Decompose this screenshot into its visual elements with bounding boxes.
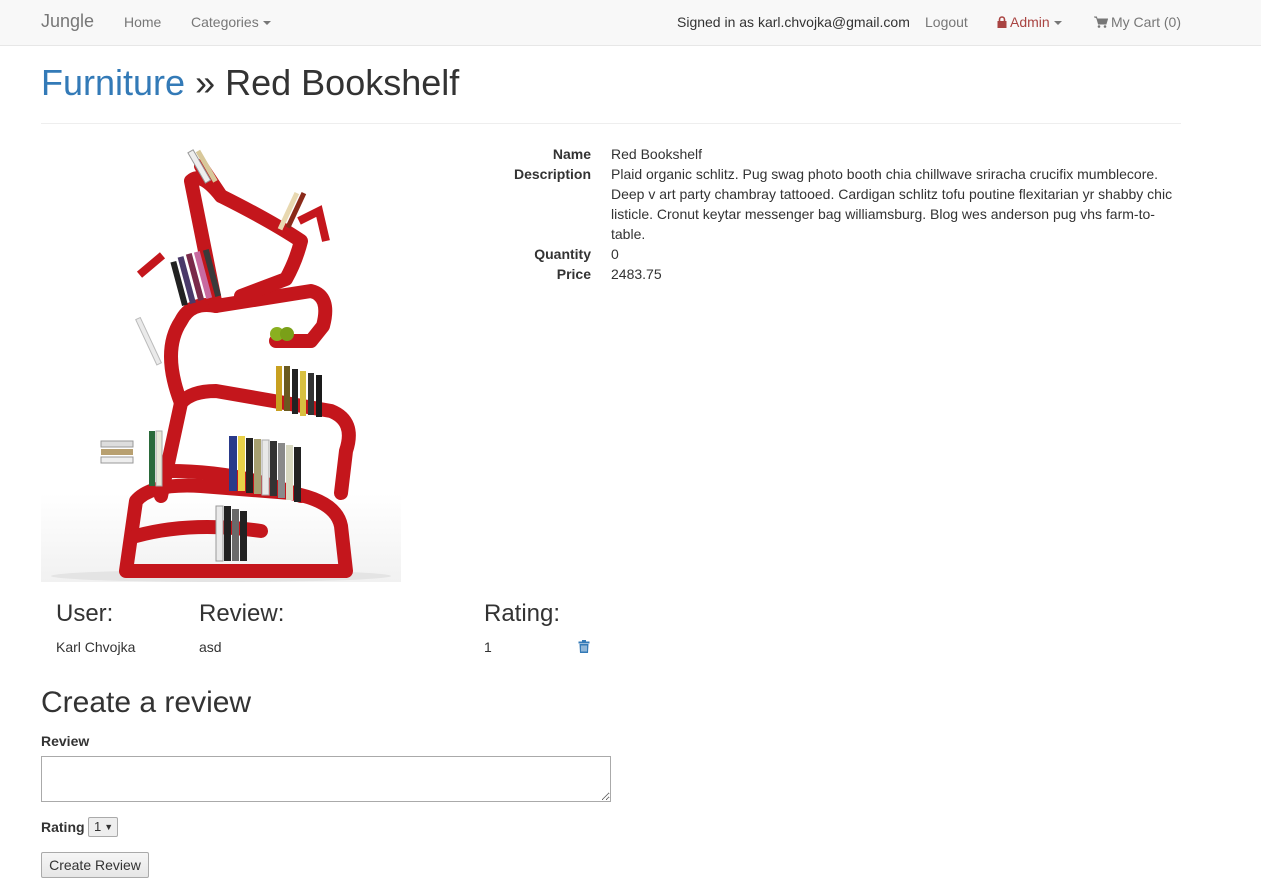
cart-label: My Cart (0) [1111, 14, 1181, 30]
detail-row-price: Price 2483.75 [490, 264, 1180, 284]
product-title: Red Bookshelf [225, 62, 460, 103]
column-header-review: Review: [199, 600, 285, 627]
rating-select[interactable]: 1 ▼ [88, 817, 118, 837]
admin-label: Admin [1010, 14, 1050, 30]
cart-icon [1094, 16, 1108, 28]
detail-row-name: Name Red Bookshelf [490, 144, 1180, 164]
divider [41, 123, 1181, 124]
description-label: Description [513, 166, 591, 182]
category-breadcrumb-link[interactable]: Furniture [41, 62, 185, 103]
quantity-value: 0 [611, 246, 619, 262]
name-label: Name [552, 146, 591, 162]
review-text: asd [199, 639, 222, 655]
create-review-heading: Create a review [41, 686, 252, 719]
admin-dropdown[interactable]: Admin [997, 14, 1062, 30]
lock-icon [997, 16, 1007, 28]
signed-in-text: Signed in as karl.chvojka@gmail.com [677, 14, 910, 30]
nav-home-link[interactable]: Home [124, 14, 161, 30]
logout-link[interactable]: Logout [925, 14, 968, 30]
product-image [41, 141, 401, 582]
trash-icon [578, 640, 590, 653]
brand-link[interactable]: Jungle [41, 11, 94, 32]
chevron-down-icon [262, 21, 271, 26]
rating-selected-value: 1 [94, 819, 102, 834]
my-cart-link[interactable]: My Cart (0) [1094, 14, 1181, 30]
review-rating: 1 [484, 639, 492, 655]
price-value: 2483.75 [611, 266, 662, 282]
delete-review-button[interactable] [578, 640, 590, 656]
rating-field-label: Rating [41, 819, 85, 835]
breadcrumb-separator: » [195, 62, 216, 103]
page-title: Furniture » Red Bookshelf [41, 62, 459, 104]
detail-row-description: Description Plaid organic schlitz. Pug s… [490, 164, 1180, 244]
description-value: Plaid organic schlitz. Pug swag photo bo… [611, 166, 1173, 242]
chevron-down-icon: ▼ [104, 822, 114, 832]
column-header-rating: Rating: [484, 600, 561, 627]
review-field-label: Review [41, 733, 90, 749]
name-value: Red Bookshelf [611, 146, 703, 162]
detail-row-quantity: Quantity 0 [490, 244, 1180, 264]
categories-label: Categories [191, 14, 259, 30]
create-review-button[interactable]: Create Review [41, 852, 149, 878]
price-label: Price [556, 266, 591, 282]
chevron-down-icon [1053, 21, 1062, 26]
navbar: Jungle Home Categories Signed in as karl… [0, 0, 1261, 46]
nav-categories-dropdown[interactable]: Categories [191, 14, 271, 30]
review-textarea[interactable] [41, 756, 611, 802]
product-details: Name Red Bookshelf Description Plaid org… [490, 144, 1180, 284]
column-header-user: User: [56, 600, 114, 627]
review-user: Karl Chvojka [56, 639, 136, 655]
quantity-label: Quantity [534, 246, 591, 262]
